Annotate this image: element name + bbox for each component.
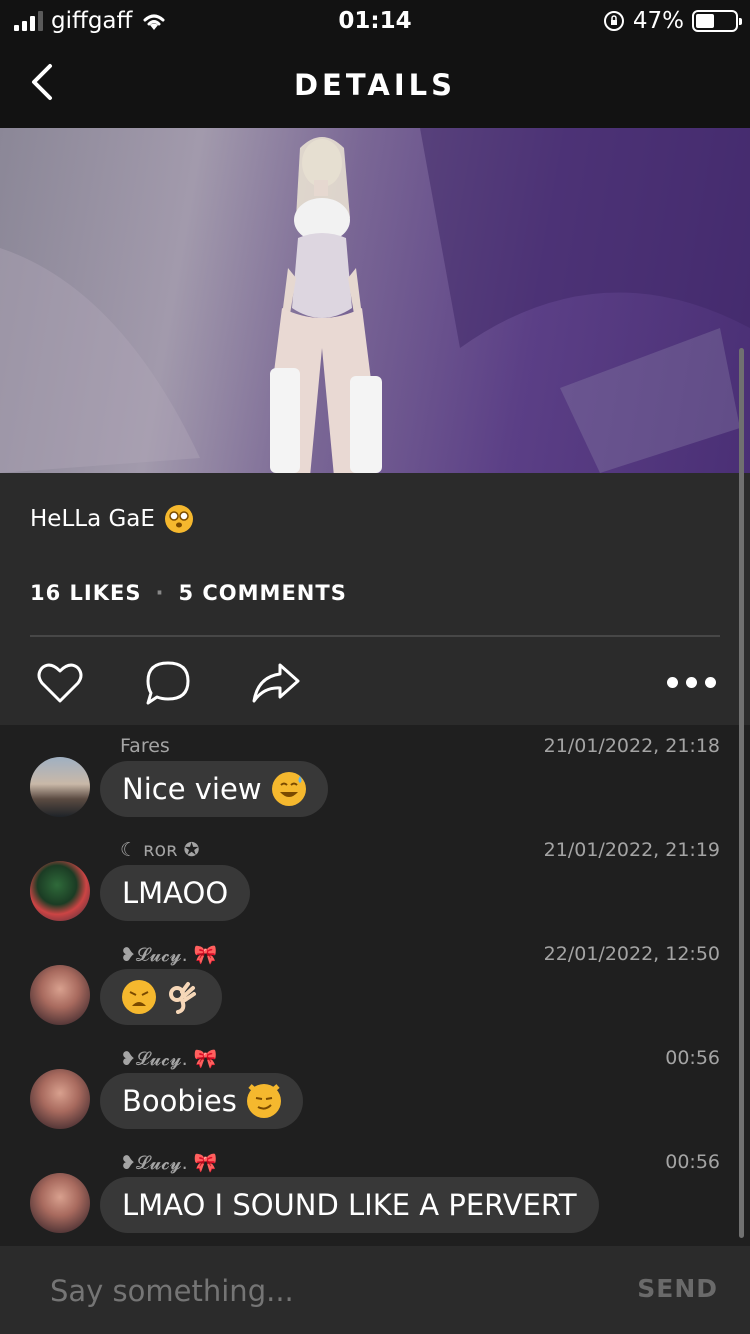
smirk-cat-emoji bbox=[246, 1084, 281, 1118]
comment-author[interactable]: ❥𝓛𝓾𝓬𝔂. 🎀 bbox=[120, 1047, 217, 1070]
stats-separator: · bbox=[155, 581, 165, 605]
battery-icon bbox=[692, 10, 742, 32]
nav-bar: DETAILS bbox=[0, 42, 750, 128]
comment-timestamp: 22/01/2022, 12:50 bbox=[543, 943, 720, 965]
post-caption: HeLLa GaE bbox=[30, 505, 193, 533]
comment-icon[interactable] bbox=[142, 657, 194, 709]
comments-count[interactable]: 5 COMMENTS bbox=[178, 581, 346, 605]
comment-author[interactable]: Fares bbox=[120, 735, 170, 757]
comment-bubble[interactable] bbox=[100, 969, 222, 1025]
comment-timestamp: 21/01/2022, 21:18 bbox=[543, 735, 720, 757]
comment-item: ❥𝓛𝓾𝓬𝔂. 🎀 00:56 LMAO I SOUND LIKE A PERVE… bbox=[0, 1141, 750, 1245]
comment-bubble[interactable]: Nice view bbox=[100, 761, 328, 817]
heart-icon[interactable] bbox=[34, 657, 86, 709]
comment-author[interactable]: ☾ ʀᴏʀ ✪ bbox=[120, 839, 200, 861]
avatar[interactable] bbox=[30, 1069, 90, 1129]
comment-text: LMAO I SOUND LIKE A PERVERT bbox=[122, 1188, 577, 1222]
post-stats: 16 LIKES · 5 COMMENTS bbox=[30, 581, 347, 605]
comment-input-bar: SEND bbox=[0, 1246, 750, 1334]
comments-list[interactable]: Fares 21/01/2022, 21:18 Nice view ☾ ʀᴏʀ … bbox=[0, 725, 750, 1246]
comment-timestamp: 00:56 bbox=[665, 1151, 720, 1173]
likes-count[interactable]: 16 LIKES bbox=[30, 581, 141, 605]
orientation-lock-icon bbox=[603, 11, 624, 31]
sweat-smile-emoji bbox=[271, 772, 306, 806]
dizzy-face-emoji bbox=[164, 505, 193, 533]
status-bar: giffgaff 01:14 47% bbox=[0, 0, 750, 42]
scrollbar[interactable] bbox=[739, 348, 744, 1238]
page-title: DETAILS bbox=[293, 68, 456, 102]
battery-percent: 47% bbox=[632, 8, 684, 34]
post-image[interactable] bbox=[0, 128, 750, 473]
comment-item: ❥𝓛𝓾𝓬𝔂. 🎀 00:56 Boobies bbox=[0, 1037, 750, 1141]
comment-text: LMAOO bbox=[122, 876, 229, 910]
comment-text: Nice view bbox=[122, 772, 262, 806]
weary-face-emoji bbox=[122, 980, 156, 1014]
avatar[interactable] bbox=[30, 1173, 90, 1233]
send-button[interactable]: SEND bbox=[637, 1274, 718, 1303]
avatar[interactable] bbox=[30, 757, 90, 817]
caption-text: HeLLa GaE bbox=[30, 506, 155, 532]
comment-item: Fares 21/01/2022, 21:18 Nice view bbox=[0, 725, 750, 829]
comment-timestamp: 21/01/2022, 21:19 bbox=[543, 839, 720, 861]
ok-hand-emoji bbox=[166, 980, 200, 1014]
divider bbox=[30, 635, 720, 637]
comment-timestamp: 00:56 bbox=[665, 1047, 720, 1069]
comment-item: ❥𝓛𝓾𝓬𝔂. 🎀 22/01/2022, 12:50 bbox=[0, 933, 750, 1037]
avatar-figure-image bbox=[0, 128, 750, 473]
share-icon[interactable] bbox=[250, 657, 302, 709]
comment-bubble[interactable]: LMAO I SOUND LIKE A PERVERT bbox=[100, 1177, 599, 1233]
comment-text: Boobies bbox=[122, 1084, 237, 1118]
post-actions bbox=[0, 657, 750, 713]
avatar[interactable] bbox=[30, 965, 90, 1025]
comment-author[interactable]: ❥𝓛𝓾𝓬𝔂. 🎀 bbox=[120, 1151, 217, 1174]
comment-author[interactable]: ❥𝓛𝓾𝓬𝔂. 🎀 bbox=[120, 943, 217, 966]
comment-item: ☾ ʀᴏʀ ✪ 21/01/2022, 21:19 LMAOO bbox=[0, 829, 750, 933]
avatar[interactable] bbox=[30, 861, 90, 921]
post-body: HeLLa GaE 16 LIKES · 5 COMMENTS bbox=[0, 473, 750, 725]
comment-bubble[interactable]: Boobies bbox=[100, 1073, 303, 1129]
comment-bubble[interactable]: LMAOO bbox=[100, 865, 251, 921]
comment-input[interactable] bbox=[50, 1274, 610, 1308]
more-icon[interactable] bbox=[667, 677, 716, 688]
